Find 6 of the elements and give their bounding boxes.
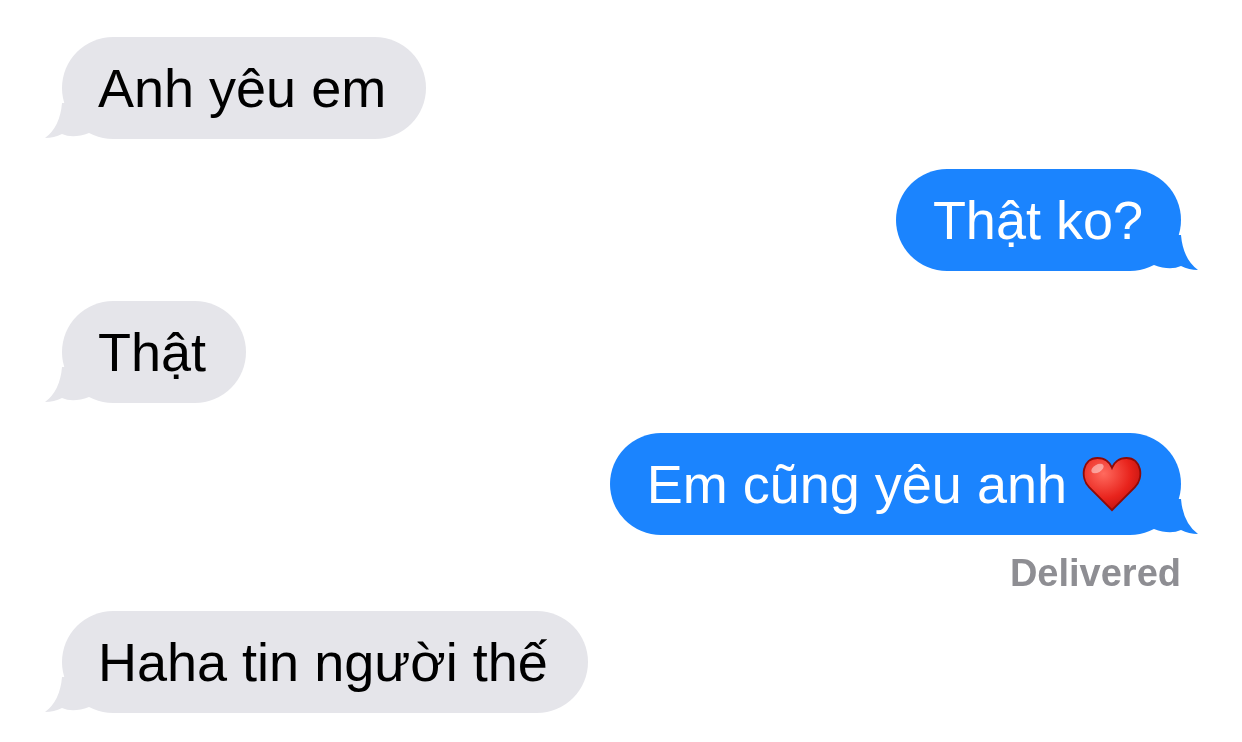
message-text: Thật bbox=[98, 321, 207, 383]
message-text: Anh yêu em bbox=[98, 57, 387, 119]
message-text: Thật ko? bbox=[932, 189, 1143, 251]
message-text: Em cũng yêu anh bbox=[646, 453, 1067, 515]
message-text: Haha tin người thế bbox=[98, 631, 548, 693]
delivery-status: Delivered bbox=[1009, 553, 1181, 593]
